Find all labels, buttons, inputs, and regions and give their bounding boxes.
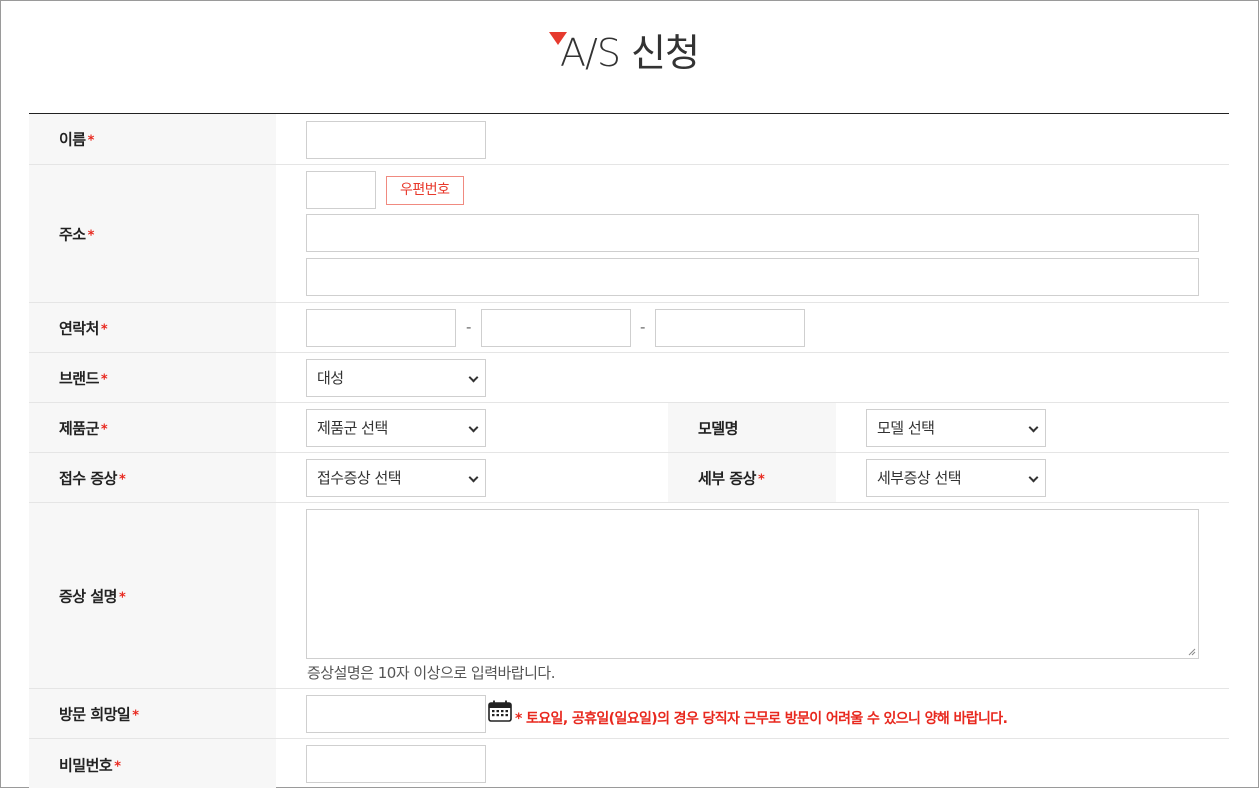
brand-select-value: 대성 — [317, 369, 344, 387]
required-mark: * — [118, 472, 126, 487]
symptom-select[interactable]: 접수증상 선택 — [306, 459, 486, 497]
zipcode-button[interactable]: 우편번호 — [386, 176, 464, 205]
label-cell: 비밀번호 * — [29, 739, 276, 788]
model-select[interactable]: 모델 선택 — [866, 409, 1046, 447]
phone-label: 연락처 * — [59, 317, 108, 338]
row-visit-date: 방문 희망일 * * 토요일, 공휴일(일요일)의 경우 당직자 근무로 방문이 … — [29, 689, 1229, 739]
password-label-text: 비밀번호 — [59, 756, 113, 775]
product-group-select-value: 제품군 선택 — [317, 419, 388, 437]
detail-symptom-select[interactable]: 세부증상 선택 — [866, 459, 1046, 497]
visit-date-label-text: 방문 희망일 — [59, 705, 131, 723]
visit-date-label: 방문 희망일 * — [59, 703, 139, 724]
required-mark: * — [114, 759, 121, 775]
required-mark: * — [87, 133, 95, 149]
required-mark: * — [100, 372, 108, 387]
calendar-icon[interactable] — [488, 700, 512, 722]
name-input[interactable] — [306, 121, 486, 159]
address-label: 주소 * — [59, 223, 94, 244]
description-hint: 증상설명은 10자 이상으로 입력바랍니다. — [307, 664, 555, 682]
brand-label: 브랜드 * — [59, 367, 108, 388]
detail-symptom-label-text: 세부 증상 — [698, 469, 756, 487]
phone-part2-input[interactable] — [481, 309, 631, 347]
description-textarea[interactable] — [306, 509, 1199, 659]
name-label-text: 이름 — [59, 130, 86, 149]
chevron-down-icon — [1028, 422, 1039, 433]
label-cell: 세부 증상 * — [668, 453, 836, 502]
brand-label-text: 브랜드 — [59, 369, 99, 387]
row-description: 증상 설명 * 증상설명은 10자 이상으로 입력바랍니다. — [29, 503, 1229, 689]
row-symptom: 접수 증상 * 접수증상 선택 세부 증상 * 세부증상 선택 — [29, 453, 1229, 503]
label-cell: 연락처 * — [29, 303, 276, 352]
model-label: 모델명 — [698, 419, 738, 437]
brand-select[interactable]: 대성 — [306, 359, 486, 397]
label-cell: 주소 * — [29, 165, 276, 302]
row-brand: 브랜드 * 대성 — [29, 353, 1229, 403]
password-input[interactable] — [306, 745, 486, 783]
chevron-down-icon — [468, 372, 479, 383]
product-group-label-text: 제품군 — [59, 419, 99, 437]
title-area: A/S 신청 — [0, 30, 1259, 80]
password-label: 비밀번호 * — [59, 755, 121, 776]
required-mark: * — [132, 708, 139, 723]
address-detail-input[interactable] — [306, 258, 1199, 296]
description-label-text: 증상 설명 — [59, 587, 117, 605]
row-name: 이름 * — [29, 114, 1229, 165]
required-mark: * — [87, 228, 95, 243]
zipcode-input[interactable] — [306, 171, 376, 209]
visit-date-notice: * 토요일, 공휴일(일요일)의 경우 당직자 근무로 방문이 어려울 수 있으… — [515, 711, 1008, 727]
symptom-label-text: 접수 증상 — [59, 469, 117, 487]
phone-separator: - — [466, 318, 472, 336]
row-phone: 연락처 * - - — [29, 303, 1229, 353]
phone-part3-input[interactable] — [655, 309, 805, 347]
page-title: A/S 신청 — [560, 31, 700, 75]
detail-symptom-label: 세부 증상 * — [698, 467, 765, 488]
chevron-down-icon — [1028, 472, 1039, 483]
detail-symptom-select-value: 세부증상 선택 — [877, 469, 962, 487]
phone-separator: - — [640, 318, 646, 336]
symptom-label: 접수 증상 * — [59, 467, 126, 488]
label-cell: 제품군 * — [29, 403, 276, 452]
model-select-value: 모델 선택 — [877, 419, 935, 437]
label-cell: 모델명 — [668, 403, 836, 452]
phone-part1-input[interactable] — [306, 309, 456, 347]
phone-label-text: 연락처 — [59, 319, 99, 337]
product-group-label: 제품군 * — [59, 417, 108, 438]
required-mark: * — [118, 590, 126, 605]
label-cell: 접수 증상 * — [29, 453, 276, 502]
row-password: 비밀번호 * — [29, 739, 1229, 788]
required-mark: * — [100, 422, 108, 437]
product-group-select[interactable]: 제품군 선택 — [306, 409, 486, 447]
label-cell: 증상 설명 * — [29, 503, 276, 688]
name-label: 이름 * — [59, 129, 94, 150]
visit-date-input[interactable] — [306, 695, 486, 733]
address-label-text: 주소 — [59, 225, 86, 243]
row-address: 주소 * 우편번호 — [29, 165, 1229, 303]
chevron-down-icon — [468, 422, 479, 433]
label-cell: 이름 * — [29, 114, 276, 164]
label-cell: 브랜드 * — [29, 353, 276, 402]
description-label: 증상 설명 * — [59, 585, 126, 606]
chevron-down-icon — [468, 472, 479, 483]
row-product: 제품군 * 제품군 선택 모델명 모델 선택 — [29, 403, 1229, 453]
resize-handle-icon[interactable] — [1188, 648, 1196, 656]
required-mark: * — [757, 472, 765, 487]
label-cell: 방문 희망일 * — [29, 689, 276, 738]
required-mark: * — [100, 322, 108, 337]
symptom-select-value: 접수증상 선택 — [317, 469, 402, 487]
address-input[interactable] — [306, 214, 1199, 252]
